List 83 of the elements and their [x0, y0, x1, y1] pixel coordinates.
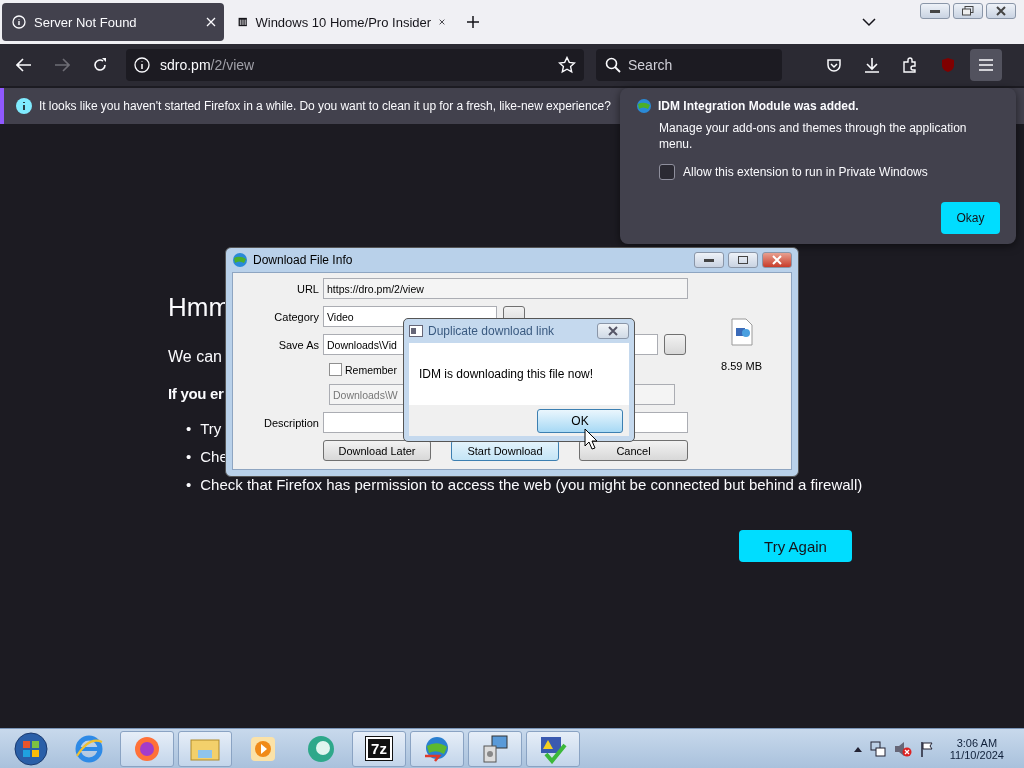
taskbar-button[interactable]: [468, 730, 522, 767]
ok-button[interactable]: OK: [537, 408, 623, 433]
info-icon: [16, 98, 32, 114]
browser-tab[interactable]: Server Not Found: [2, 3, 224, 41]
minimize-icon: [704, 258, 714, 262]
close-button[interactable]: [597, 323, 629, 339]
taskbar-button[interactable]: 7z: [352, 730, 406, 767]
volume-muted-icon[interactable]: [893, 740, 912, 757]
shield-icon[interactable]: [826, 57, 842, 73]
field-label: Description: [263, 416, 319, 429]
ring-icon[interactable]: [306, 733, 336, 764]
search-field[interactable]: Search: [596, 49, 782, 81]
field-label: URL: [297, 282, 319, 295]
address-bar[interactable]: sdro.pm/2/view: [126, 49, 584, 81]
close-button[interactable]: [986, 3, 1016, 19]
chevron-down-icon[interactable]: [862, 17, 876, 27]
close-icon: [772, 255, 782, 265]
checkbox-label: Remember: [345, 363, 397, 376]
search-icon: [605, 57, 621, 73]
taskbar-button[interactable]: [526, 730, 580, 767]
minimize-button[interactable]: [694, 252, 724, 268]
puzzle-icon[interactable]: [902, 57, 918, 73]
bullet-marker: •: [186, 475, 192, 495]
dialog-button[interactable]: Start Download: [451, 440, 559, 461]
maximize-button[interactable]: [728, 252, 758, 268]
close-icon: [608, 326, 618, 336]
error-text: If you er: [168, 384, 224, 404]
field-label: Save As: [278, 338, 319, 351]
reload-icon[interactable]: [92, 57, 108, 73]
minimize-icon: [930, 9, 940, 13]
computer-setup-icon: [480, 733, 510, 764]
popup-text: Manage your add-ons and themes through the application menu.: [659, 120, 968, 152]
remember-checkbox[interactable]: [329, 363, 342, 376]
close-icon: [996, 6, 1006, 16]
restore-button[interactable]: [953, 3, 983, 19]
private-windows-checkbox[interactable]: Allow this extension to run in Private Windows: [659, 164, 928, 180]
field-label: Category: [274, 310, 319, 323]
alert-message: IDM is downloading this file now!: [419, 367, 594, 381]
close-icon[interactable]: [206, 17, 216, 27]
error-text: We can: [168, 347, 222, 367]
window-icon: [409, 325, 423, 337]
back-icon[interactable]: [16, 58, 32, 72]
start-orb-icon[interactable]: [14, 731, 48, 766]
bullet-marker: •: [186, 419, 192, 439]
close-button[interactable]: [762, 252, 792, 268]
close-icon[interactable]: [439, 17, 445, 27]
browse-button[interactable]: [664, 334, 686, 355]
clock[interactable]: 3:06 AM 11/10/2024: [949, 736, 1004, 761]
notification-text: It looks like you haven't started Firefox in a while. Do you want to clean it up for a fresh, like-new experience?: [39, 99, 611, 113]
minimize-button[interactable]: [920, 3, 950, 19]
alert-title: Duplicate download link: [428, 324, 555, 338]
dialog-button[interactable]: Cancel: [579, 440, 688, 461]
restore-icon: [962, 6, 974, 16]
url-field[interactable]: https://dro.pm/2/view: [323, 278, 688, 299]
globe-icon: [636, 98, 652, 114]
okay-button[interactable]: Okay: [941, 202, 1000, 234]
globe-icon: [232, 252, 248, 268]
taskbar-button[interactable]: [410, 730, 464, 767]
archiver-logo: 7z: [366, 737, 392, 760]
bullet-marker: •: [186, 447, 192, 467]
file-size: 8.59 MB: [721, 360, 762, 372]
fox-globe-icon: [133, 734, 161, 763]
cursor-icon: [584, 428, 598, 450]
chevron-up-icon[interactable]: [853, 745, 862, 752]
flag-icon[interactable]: [919, 740, 934, 757]
window-title: Download File Info: [253, 253, 353, 267]
dialog-button[interactable]: Download Later: [323, 440, 431, 461]
try-again-button[interactable]: Try Again: [739, 530, 852, 562]
network-icon[interactable]: [869, 740, 886, 757]
star-icon[interactable]: [558, 56, 576, 74]
taskbar-button[interactable]: [120, 730, 174, 767]
info-icon: [134, 57, 150, 73]
suggestion-item: Check that Firefox has permission to access the web (you might be connected but behind a firewall): [200, 475, 863, 495]
download-icon[interactable]: [864, 57, 880, 73]
video-file-icon: [730, 318, 753, 346]
forward-icon[interactable]: [54, 58, 70, 72]
popup-title: IDM Integration Module was added.: [658, 99, 859, 113]
plus-icon[interactable]: [466, 15, 480, 29]
maximize-icon: [738, 256, 748, 264]
info-icon: [12, 15, 26, 29]
browser-tab[interactable]: Windows 10 Home/Pro Insider: [228, 3, 453, 41]
suggestion-item: Try: [200, 419, 222, 439]
menu-icon[interactable]: [979, 59, 993, 71]
